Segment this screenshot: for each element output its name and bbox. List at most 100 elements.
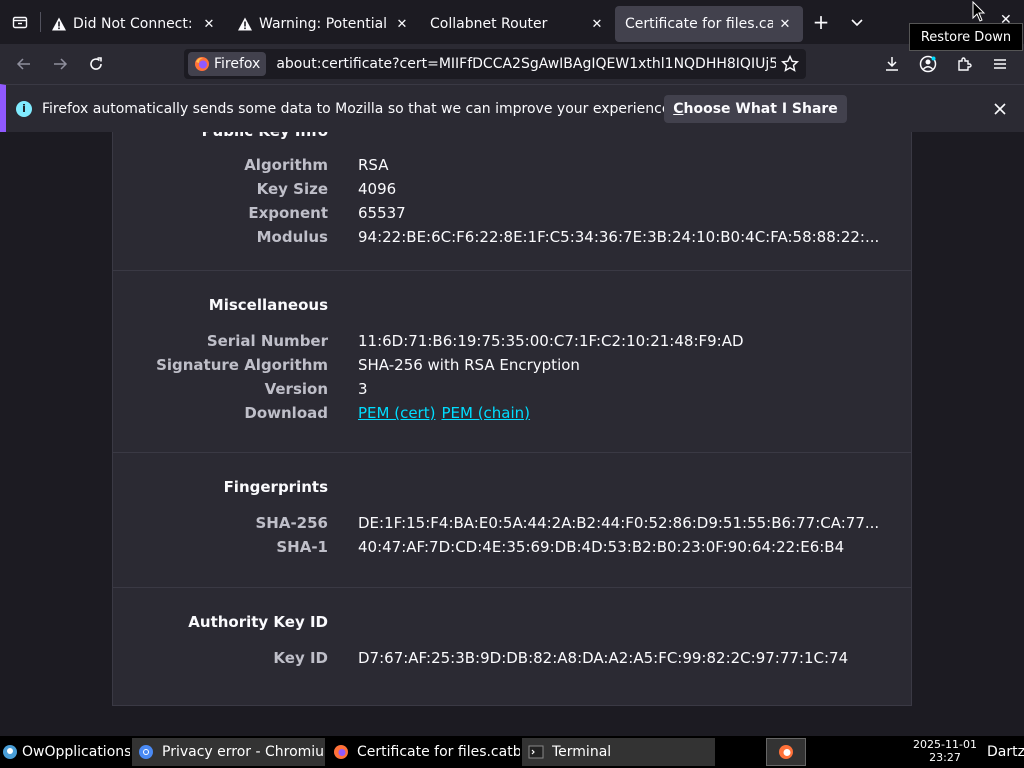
info-row: SHA-256 DE:1F:15:F4:BA:E0:5A:44:2A:B2:44…: [113, 514, 911, 538]
tab-collabnet-router[interactable]: Collabnet Router ✕: [420, 6, 615, 42]
identity-box[interactable]: Firefox: [188, 52, 267, 76]
task-chromium[interactable]: Privacy error - Chromium: [132, 738, 325, 766]
close-icon[interactable]: ✕: [394, 16, 410, 32]
row-value: 40:47:AF:7D:CD:4E:35:69:DB:4D:53:B2:B0:2…: [358, 538, 845, 556]
row-label: Key Size: [256, 180, 328, 198]
forward-button[interactable]: [42, 48, 78, 80]
tab-warning-potential[interactable]: Warning: Potential S ✕: [227, 6, 420, 42]
firefox-view-icon: [12, 16, 28, 29]
identity-label: Firefox: [214, 56, 261, 72]
chevron-down-icon: [851, 19, 863, 27]
bookmark-star-button[interactable]: [780, 54, 800, 74]
row-value: 65537: [358, 204, 406, 222]
row-label: Version: [264, 380, 328, 398]
arrow-right-icon: [54, 58, 68, 70]
applications-menu[interactable]: OwOpplications: [0, 738, 130, 766]
mouse-cursor-icon: [972, 1, 986, 22]
info-row: Key ID D7:67:AF:25:3B:9D:DB:82:A8:DA:A2:…: [113, 649, 911, 673]
info-icon: i: [16, 100, 32, 117]
pem-chain-link[interactable]: PEM (chain): [441, 404, 530, 422]
task-title: Terminal: [552, 744, 612, 760]
choose-what-i-share-button[interactable]: Choose What I Share: [664, 95, 847, 123]
user-name: Dartz: [987, 744, 1024, 760]
close-icon[interactable]: ✕: [589, 16, 605, 32]
account-button[interactable]: [912, 48, 944, 80]
info-row: Key Size 4096: [113, 180, 911, 204]
info-row: Modulus 94:22:BE:6C:F6:22:8E:1F:C5:34:36…: [113, 228, 911, 252]
hamburger-icon: [994, 59, 1006, 69]
row-label: Exponent: [248, 204, 328, 222]
row-label: Download: [244, 404, 328, 422]
reload-button[interactable]: [78, 48, 114, 80]
menu-icon: [2, 744, 18, 760]
clock-date: 2025-11-01: [913, 738, 977, 751]
account-icon: [919, 55, 937, 73]
notification-close-button[interactable]: [990, 99, 1010, 119]
new-tab-button[interactable]: +: [803, 4, 839, 40]
data-reporting-notification: i Firefox automatically sends some data …: [0, 84, 1024, 132]
close-icon[interactable]: ✕: [201, 16, 217, 32]
nav-bar: Firefox about:certificate?cert=MIIFfDCCA…: [0, 44, 1024, 84]
row-value: 4096: [358, 180, 397, 198]
arrow-left-icon: [16, 58, 30, 70]
row-value: PEM (cert) PEM (chain): [358, 404, 888, 422]
section-title: Miscellaneous: [208, 296, 328, 314]
tray-firefox-button[interactable]: [766, 738, 806, 766]
info-row: Serial Number 11:6D:71:B6:19:75:35:00:C7…: [113, 332, 911, 356]
section-title: Authority Key ID: [188, 613, 328, 631]
pem-cert-link[interactable]: PEM (cert): [358, 404, 435, 422]
page-content: Public Key Info Algorithm RSA Key Size 4…: [0, 132, 1024, 736]
row-value: DE:1F:15:F4:BA:E0:5A:44:2A:B2:44:F0:52:8…: [358, 514, 880, 532]
task-terminal[interactable]: Terminal: [522, 738, 715, 766]
firefox-icon: [333, 744, 349, 760]
list-all-tabs-button[interactable]: [839, 4, 875, 40]
download-row: Download PEM (cert) PEM (chain): [113, 404, 911, 428]
section-title: Fingerprints: [223, 478, 328, 496]
plus-icon: +: [812, 10, 830, 34]
task-firefox[interactable]: Certificate for files.catb...: [327, 738, 520, 766]
row-label: Algorithm: [244, 156, 328, 174]
tab-title: Collabnet Router: [430, 16, 548, 32]
toolbar-right: [876, 48, 1016, 80]
row-value: RSA: [358, 156, 389, 174]
row-value: 94:22:BE:6C:F6:22:8E:1F:C5:34:36:7E:3B:2…: [358, 228, 880, 246]
button-label-rest: hoose What I Share: [683, 101, 838, 117]
section-fingerprints: Fingerprints SHA-256 DE:1F:15:F4:BA:E0:5…: [113, 453, 911, 588]
url-bar[interactable]: Firefox about:certificate?cert=MIIFfDCCA…: [184, 49, 806, 79]
tab-certificate[interactable]: Certificate for files.catb ✕: [615, 6, 803, 42]
warning-icon: [237, 16, 253, 32]
access-key-letter: C: [673, 101, 684, 117]
row-label: Serial Number: [206, 332, 328, 350]
tab-title: Did Not Connect: Po: [73, 16, 197, 32]
notification-message: Firefox automatically sends some data to…: [42, 100, 675, 117]
close-icon[interactable]: ✕: [777, 16, 793, 32]
tab-title: Certificate for files.catb: [625, 16, 773, 32]
info-row: Algorithm RSA: [113, 156, 911, 180]
clock-time: 23:27: [929, 751, 961, 764]
tab-strip: Did Not Connect: Po ✕ Warning: Potential…: [0, 0, 1024, 44]
restore-down-tooltip: Restore Down: [909, 23, 1023, 51]
back-button[interactable]: [6, 48, 42, 80]
row-value: SHA-256 with RSA Encryption: [358, 356, 580, 374]
reload-icon: [90, 57, 102, 70]
row-value: D7:67:AF:25:3B:9D:DB:82:A8:DA:A2:A5:FC:9…: [358, 649, 849, 667]
chromium-icon: [138, 744, 154, 760]
row-label: SHA-256: [255, 514, 328, 532]
menu-button[interactable]: [984, 48, 1016, 80]
firefox-logo-icon: [195, 57, 209, 71]
firefox-view-button[interactable]: [0, 0, 40, 44]
row-value: 3: [358, 380, 368, 398]
extensions-button[interactable]: [948, 48, 980, 80]
firefox-icon: [778, 744, 794, 760]
puzzle-icon: [958, 57, 972, 71]
url-input[interactable]: about:certificate?cert=MIIFfDCCA2SgAwIBA…: [276, 56, 776, 72]
download-icon: [886, 57, 898, 71]
warning-icon: [51, 16, 67, 32]
downloads-button[interactable]: [876, 48, 908, 80]
user-menu[interactable]: Dartz: [985, 738, 1024, 766]
tab-did-not-connect[interactable]: Did Not Connect: Po ✕: [41, 6, 227, 42]
info-row: Signature Algorithm SHA-256 with RSA Enc…: [113, 356, 911, 380]
task-title: Privacy error - Chromium: [162, 744, 325, 760]
clock[interactable]: 2025-11-01 23:27: [900, 738, 990, 764]
taskbar: OwOpplications Privacy error - Chromium …: [0, 736, 1024, 768]
